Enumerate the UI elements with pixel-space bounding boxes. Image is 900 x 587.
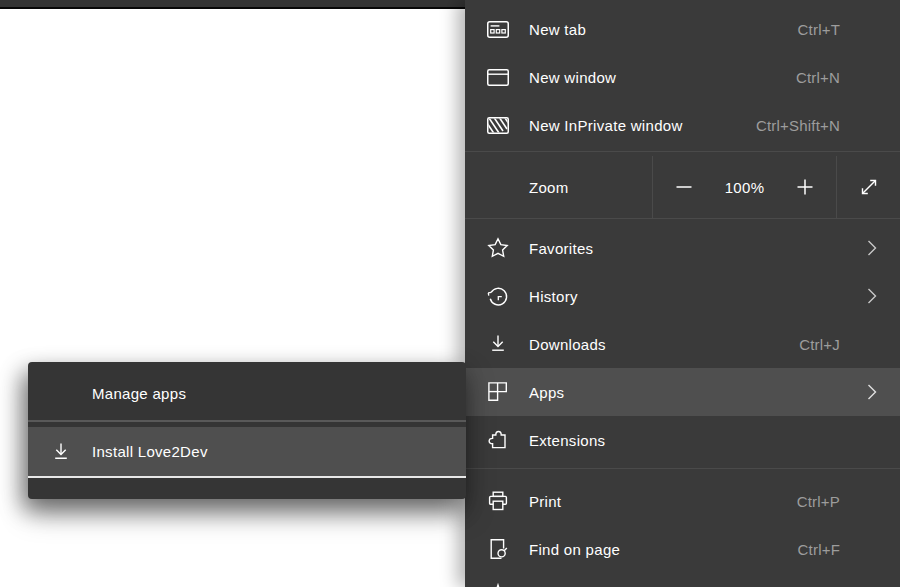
extensions-puzzle-icon [487,429,509,451]
find-on-page-icon [487,538,509,560]
submenu-item-manage-apps[interactable]: Manage apps [28,366,466,420]
menu-item-new-tab[interactable]: New tab Ctrl+T [465,5,900,53]
menu-item-shortcut: Ctrl+T [798,21,840,38]
menu-item-shortcut: Ctrl+N [796,69,840,86]
menu-item-new-window[interactable]: New window Ctrl+N [465,53,900,101]
menu-item-print[interactable]: Print Ctrl+P [465,477,900,525]
zoom-out-button[interactable] [675,178,693,196]
menu-item-label: New window [529,69,796,86]
menu-item-label: New InPrivate window [529,117,756,134]
menu-item-label: Find on page [529,541,798,558]
chevron-right-icon [866,239,878,257]
menu-item-label: Extensions [529,432,878,449]
menu-item-label: Favorites [529,240,866,257]
zoom-value: 100% [725,179,765,196]
zoom-label: Zoom [529,179,652,196]
print-icon [487,490,509,512]
menu-item-downloads[interactable]: Downloads Ctrl+J [465,320,900,368]
menu-item-partial[interactable] [465,573,900,587]
submenu-item-install-love2dev[interactable]: Install Love2Dev [28,427,466,476]
new-tab-icon [487,21,509,38]
chevron-right-icon [866,287,878,305]
submenu-item-label: Install Love2Dev [92,443,444,460]
favorites-star-icon [487,237,509,259]
install-download-icon [50,441,72,463]
menu-item-history[interactable]: History [465,272,900,320]
menu-item-label: Apps [529,384,866,401]
apps-submenu: Manage apps Install Love2Dev [28,362,466,499]
menu-item-label: Downloads [529,336,799,353]
submenu-item-label: Manage apps [92,385,444,402]
download-icon [487,333,509,355]
menu-separator [465,151,900,152]
new-window-icon [487,69,509,86]
browser-settings-menu: New tab Ctrl+T New window Ctrl+N [465,0,900,587]
menu-separator [465,468,900,469]
apps-icon [487,382,509,402]
zoom-row: Zoom 100% [465,156,900,218]
history-icon [487,285,509,307]
zoom-in-button[interactable] [796,178,814,196]
menu-item-label: New tab [529,21,798,38]
submenu-separator [28,420,466,422]
read-aloud-icon [487,582,509,587]
menu-item-extensions[interactable]: Extensions [465,416,900,464]
chevron-right-icon [866,383,878,401]
menu-item-shortcut: Ctrl+F [798,541,840,558]
focus-indicator-line [28,476,466,478]
menu-item-apps[interactable]: Apps [465,368,900,416]
menu-item-label: History [529,288,866,305]
menu-item-shortcut: Ctrl+Shift+N [756,117,840,134]
menu-item-shortcut: Ctrl+J [799,336,840,353]
menu-item-new-inprivate-window[interactable]: New InPrivate window Ctrl+Shift+N [465,101,900,149]
menu-item-shortcut: Ctrl+P [797,493,840,510]
menu-item-find-on-page[interactable]: Find on page Ctrl+F [465,525,900,573]
menu-separator [465,218,900,219]
fullscreen-button[interactable] [859,177,879,197]
menu-item-label: Print [529,493,797,510]
menu-item-favorites[interactable]: Favorites [465,224,900,272]
inprivate-window-icon [487,117,509,134]
